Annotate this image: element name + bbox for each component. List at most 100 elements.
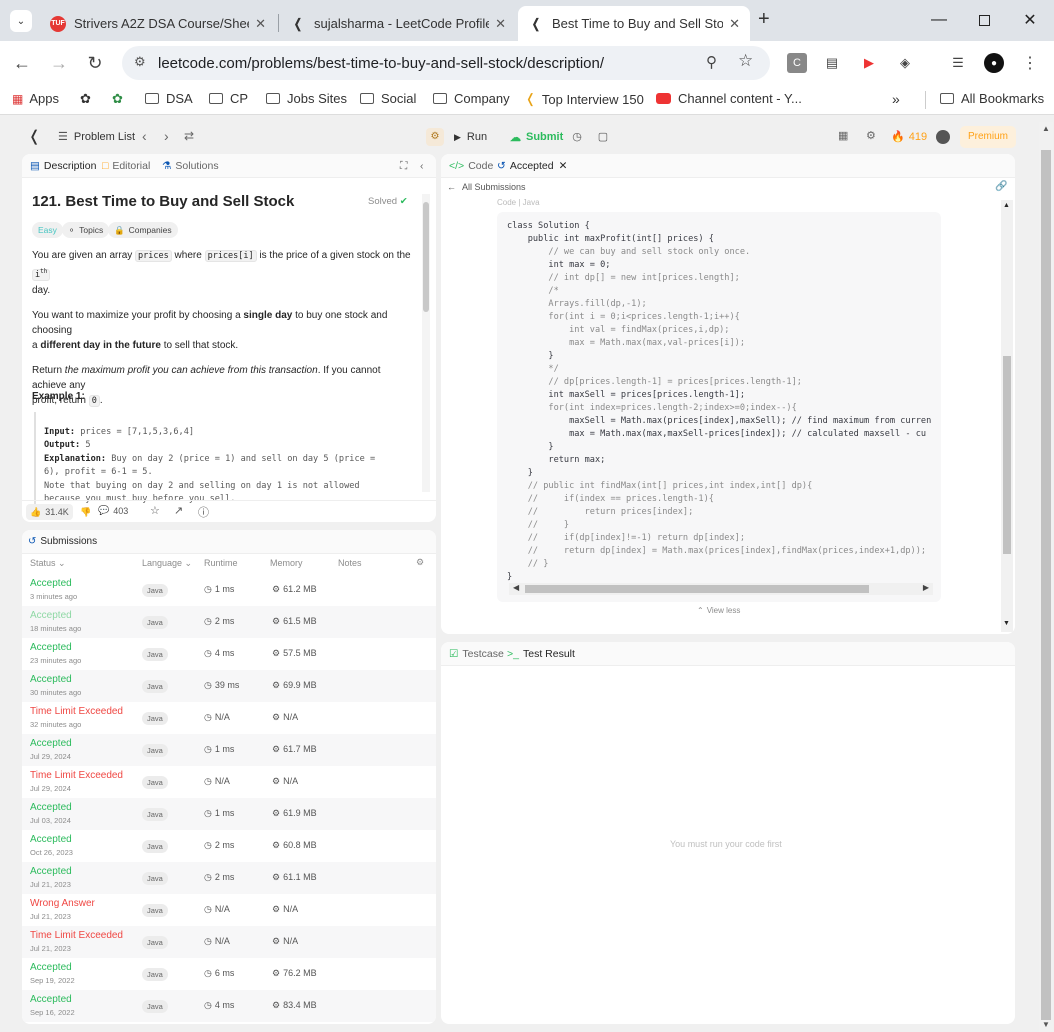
stats-extension-icon[interactable]: ▤ — [822, 53, 842, 73]
run-button[interactable]: ▶ Run — [446, 126, 496, 148]
submission-status[interactable]: Accepted — [30, 834, 72, 845]
table-row[interactable]: Accepted Sep 16, 2022 Java ◷ 4 ms ⚙ 83.4 MB — [22, 990, 436, 1022]
shuffle-icon[interactable]: ⇄ — [184, 129, 194, 143]
reload-icon[interactable]: ↻ — [83, 52, 107, 74]
table-row[interactable]: Time Limit Exceeded 32 minutes ago Java ◷ N/… — [22, 702, 436, 734]
bookmark-dsa[interactable]: DSA — [145, 91, 193, 106]
bookmark-apps[interactable]: ▦ Apps — [12, 91, 59, 106]
submission-status[interactable]: Accepted — [30, 866, 72, 877]
forward-icon[interactable]: → — [47, 52, 71, 74]
comments-button[interactable]: 💬 403 — [98, 505, 128, 516]
tab-code[interactable]: </> Code — [449, 160, 493, 172]
submission-status[interactable]: Accepted — [30, 802, 72, 813]
close-tab-icon[interactable]: ✕ — [559, 160, 568, 172]
help-icon[interactable]: ⓘ — [198, 504, 209, 520]
table-row[interactable]: Time Limit Exceeded Jul 29, 2024 Java ◷ N/A ⚙… — [22, 766, 436, 798]
bookmark-jobs-sites[interactable]: Jobs Sites — [266, 91, 347, 106]
prev-problem-icon[interactable]: ‹ — [142, 128, 147, 144]
bookmark-cp[interactable]: CP — [209, 91, 248, 106]
next-problem-icon[interactable]: › — [164, 128, 169, 144]
extension-c-icon[interactable]: C — [787, 53, 807, 73]
submission-status[interactable]: Accepted — [30, 674, 72, 685]
submission-status[interactable]: Time Limit Exceeded — [30, 706, 123, 717]
bookmark-social[interactable]: Social — [360, 91, 416, 106]
col-status[interactable]: Status ⌄ — [30, 558, 66, 569]
tab-accepted[interactable]: ↺ Accepted ✕ — [497, 160, 567, 172]
submission-status[interactable]: Time Limit Exceeded — [30, 770, 123, 781]
col-language[interactable]: Language ⌄ — [142, 558, 192, 569]
table-settings-gear-icon[interactable]: ⚙ — [416, 557, 424, 568]
submission-status[interactable]: Accepted — [30, 642, 72, 653]
submission-status[interactable]: Wrong Answer — [30, 898, 95, 909]
new-tab-button[interactable]: + — [758, 8, 770, 31]
bookmark-gfg[interactable]: ✿ — [112, 91, 123, 107]
problem-list-button[interactable]: ☰ Problem List — [58, 130, 135, 144]
submission-status[interactable]: Time Limit Exceeded — [30, 930, 123, 941]
like-button[interactable]: 👍 31.4K — [26, 504, 73, 520]
code-hscrollbar[interactable]: ◀ ▶ — [509, 583, 933, 595]
tab-search-button[interactable]: ⌄ — [10, 10, 32, 32]
table-row[interactable]: Accepted Jul 29, 2024 Java ◷ 1 ms ⚙ 61.7 MB — [22, 734, 436, 766]
table-row[interactable]: Accepted 3 minutes ago Java ◷ 1 ms ⚙ 61.2 MB — [22, 574, 436, 606]
table-row[interactable]: Accepted Jul 03, 2024 Java ◷ 1 ms ⚙ 61.9 MB — [22, 798, 436, 830]
dislike-button[interactable]: 👎 — [76, 504, 95, 520]
tab-description[interactable]: ▤ Description — [30, 160, 96, 172]
collapse-panel-icon[interactable]: ‹ — [420, 160, 424, 172]
share-icon[interactable]: ↗ — [174, 504, 183, 517]
close-tab-icon[interactable]: ✕ — [729, 16, 740, 32]
table-row[interactable]: Accepted 18 minutes ago Java ◷ 2 ms ⚙ 61.5 MB — [22, 606, 436, 638]
submission-status[interactable]: Accepted — [30, 738, 72, 749]
submission-status[interactable]: Accepted — [30, 610, 72, 621]
maximize-icon[interactable] — [969, 8, 999, 32]
topics-button[interactable]: ⚬ Topics — [62, 222, 110, 238]
submission-status[interactable]: Accepted — [30, 994, 72, 1005]
bookmark-top-interview[interactable]: ❬ Top Interview 150 — [525, 91, 644, 107]
url-text[interactable]: leetcode.com/problems/best-time-to-buy-a… — [158, 55, 604, 72]
submission-status[interactable]: Accepted — [30, 962, 72, 973]
expand-panel-icon[interactable]: ⛶ — [400, 160, 407, 173]
table-row[interactable]: Accepted Oct 26, 2023 Java ◷ 2 ms ⚙ 60.8 MB — [22, 830, 436, 862]
address-bar[interactable]: ⚙ leetcode.com/problems/best-time-to-buy… — [122, 46, 770, 80]
bookmark-all[interactable]: All Bookmarks — [940, 91, 1044, 106]
browser-tab-best-time[interactable]: ❬ Best Time to Buy and Sell Stock ✕ — [518, 6, 750, 41]
minimize-icon[interactable]: — — [924, 8, 954, 32]
profile-avatar[interactable]: ● — [984, 53, 1004, 73]
site-info-icon[interactable]: ⚙ — [134, 54, 146, 70]
table-row[interactable]: Time Limit Exceeded Jul 21, 2023 Java ◷ N/A ⚙… — [22, 926, 436, 958]
more-menu-icon[interactable]: ⋮ — [1020, 53, 1040, 73]
youtube-extension-icon[interactable]: ▶ — [859, 53, 879, 73]
notes-icon[interactable]: ▢ — [592, 126, 614, 148]
page-scrollbar[interactable]: ▲ ▼ — [1039, 122, 1053, 1032]
back-icon[interactable]: ← — [10, 52, 34, 74]
bookmarks-overflow-icon[interactable]: » — [892, 91, 900, 107]
submission-status[interactable]: Accepted — [30, 578, 72, 589]
settings-gear-icon[interactable]: ⚙ — [866, 129, 876, 142]
layout-icon[interactable]: ▦ — [838, 129, 848, 142]
streak-counter[interactable]: 🔥 419 — [891, 130, 927, 144]
bookmark-chatgpt[interactable]: ✿ — [80, 91, 91, 107]
puzzle-extensions-icon[interactable]: ◈ — [895, 53, 915, 73]
code-panel-scrollbar[interactable]: ▲ ▼ — [1001, 200, 1013, 632]
table-row[interactable]: Accepted 23 minutes ago Java ◷ 4 ms ⚙ 57.5 MB — [22, 638, 436, 670]
table-row[interactable]: Wrong Answer Jul 21, 2023 Java ◷ N/A ⚙ N/A — [22, 894, 436, 926]
leetcode-logo-icon[interactable]: ❬ — [28, 127, 41, 145]
table-row[interactable]: Accepted Sep 19, 2022 Java ◷ 6 ms ⚙ 76.2 MB — [22, 958, 436, 990]
companies-button[interactable]: 🔒 Companies — [108, 222, 178, 238]
user-avatar[interactable] — [936, 130, 950, 144]
copy-link-icon[interactable]: 🔗 — [995, 181, 1007, 192]
media-control-icon[interactable]: ☰ — [948, 53, 968, 73]
browser-tab-leetcode-profile[interactable]: ❬ sujalsharma - LeetCode Profile ✕ — [280, 6, 516, 41]
browser-tab-strivers[interactable]: TUF Strivers A2Z DSA Course/Sheet ✕ — [40, 6, 276, 41]
tab-editorial[interactable]: □ Editorial — [102, 160, 150, 172]
tab-test-result[interactable]: >_ Test Result — [507, 648, 575, 660]
bookmark-channel-content[interactable]: Channel content - Y... — [656, 91, 802, 106]
favorite-star-icon[interactable]: ☆ — [150, 504, 160, 517]
close-tab-icon[interactable]: ✕ — [495, 16, 506, 32]
view-less-button[interactable]: ⌃ View less — [697, 606, 740, 615]
close-window-icon[interactable]: ✕ — [1015, 8, 1045, 32]
submit-button[interactable]: ☁ Submit — [502, 126, 572, 148]
tab-solutions[interactable]: ⚗ Solutions — [162, 160, 219, 172]
description-scrollbar[interactable] — [422, 194, 430, 492]
zoom-icon[interactable]: ⚲ — [706, 53, 717, 71]
tab-testcase[interactable]: ☑ Testcase — [449, 648, 504, 660]
